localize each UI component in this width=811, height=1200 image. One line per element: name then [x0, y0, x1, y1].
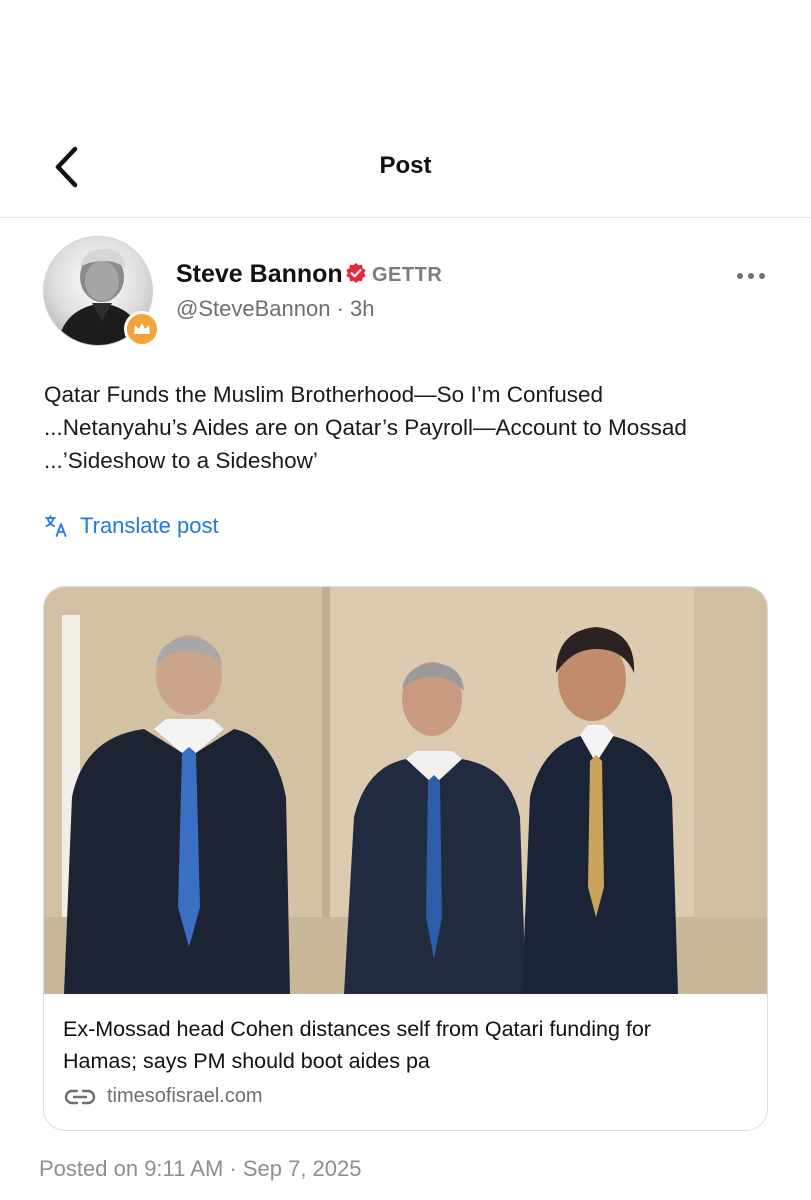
- separator-dot: ·: [336, 296, 344, 321]
- translate-icon: [45, 515, 67, 537]
- link-icon: [64, 1089, 96, 1104]
- link-preview-card[interactable]: Ex-Mossad head Cohen distances self from…: [43, 586, 768, 1131]
- link-headline-line: Ex-Mossad head Cohen distances self from…: [63, 1017, 651, 1041]
- post-age: 3h: [350, 296, 375, 321]
- ellipsis-icon: [759, 273, 765, 279]
- posted-timestamp: Posted on 9:11 AM · Sep 7, 2025: [39, 1156, 362, 1181]
- page-title: Post: [379, 152, 432, 179]
- author-handle[interactable]: @SteveBannon: [176, 296, 330, 321]
- verified-badge-icon: [346, 263, 366, 283]
- author-name[interactable]: Steve Bannon: [176, 260, 343, 289]
- ellipsis-icon: [748, 273, 754, 279]
- post-body: Qatar Funds the Muslim Brotherhood—So I’…: [44, 378, 774, 477]
- link-preview-image: [44, 587, 767, 994]
- post-line: ...Netanyahu’s Aides are on Qatar’s Payr…: [44, 415, 687, 440]
- link-headline: Ex-Mossad head Cohen distances self from…: [63, 1013, 753, 1077]
- translate-post-label: Translate post: [80, 513, 219, 538]
- post-line: ...’Sideshow to a Sideshow’: [44, 448, 318, 473]
- crown-badge: [124, 311, 160, 347]
- link-source-domain: timesofisrael.com: [107, 1085, 263, 1107]
- link-headline-line: Hamas; says PM should boot aides pa: [63, 1049, 430, 1073]
- platform-label: GETTR: [372, 264, 443, 286]
- author-handle-line: @SteveBannon · 3h: [176, 296, 375, 322]
- post-line: Qatar Funds the Muslim Brotherhood—So I’…: [44, 382, 604, 407]
- crown-icon: [134, 323, 150, 334]
- link-source: timesofisrael.com: [63, 1085, 263, 1108]
- more-options-button[interactable]: [728, 262, 774, 290]
- translate-post-button[interactable]: Translate post: [44, 509, 219, 543]
- top-bar: Post: [0, 0, 811, 218]
- ellipsis-icon: [737, 273, 743, 279]
